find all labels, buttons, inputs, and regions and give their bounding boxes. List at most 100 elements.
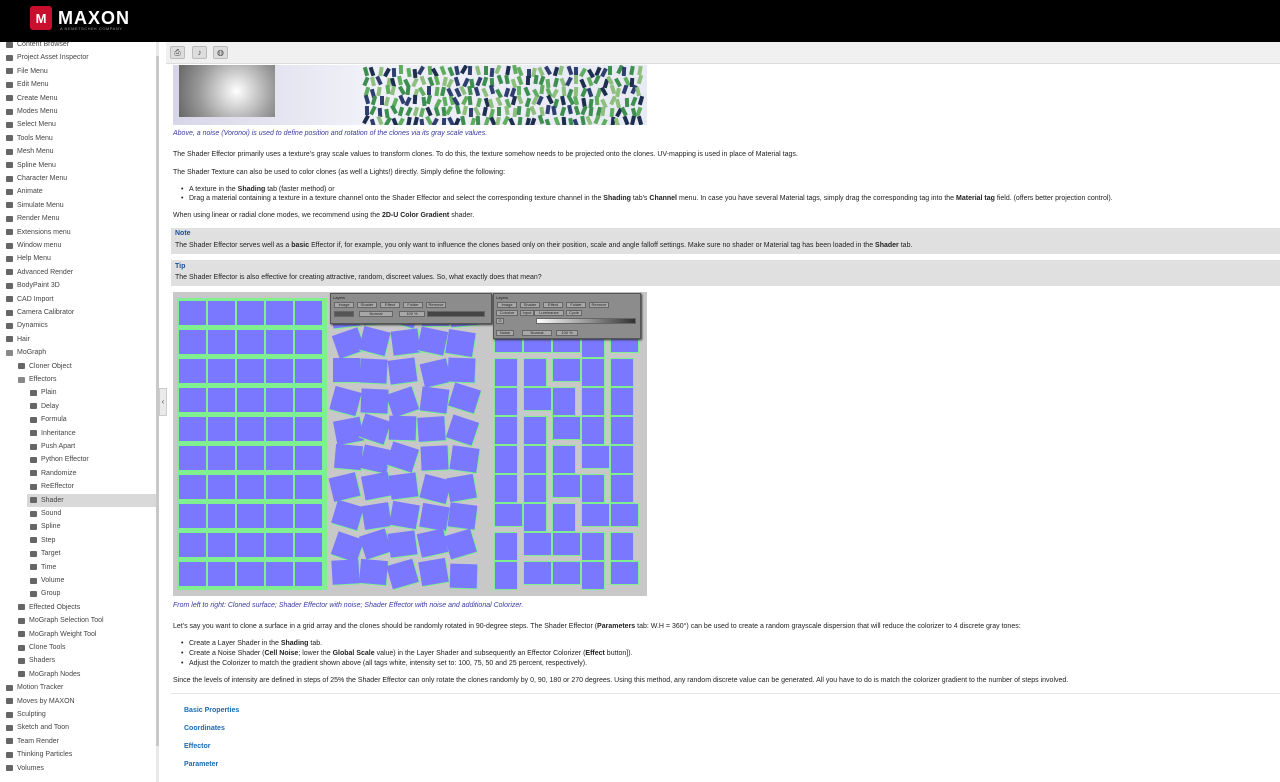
paragraph-intro: The Shader Effector primarily uses a tex… — [173, 151, 798, 158]
layer-button[interactable]: Image — [497, 302, 517, 308]
sidebar-item-simulate-menu[interactable]: Simulate Menu — [0, 199, 158, 212]
sidebar-item-motion-tracker[interactable]: Motion Tracker — [0, 681, 158, 694]
sidebar-item-clone-tools[interactable]: Clone Tools — [0, 641, 158, 654]
gradient-bar[interactable] — [536, 318, 636, 324]
sidebar-item-effected-objects[interactable]: Effected Objects — [0, 601, 158, 614]
sidebar-item-mesh-menu[interactable]: Mesh Menu — [0, 145, 158, 158]
layer-shader-window[interactable]: Layers Image Shader Effect Folder Remove Color… — [493, 293, 641, 339]
opacity-slider[interactable] — [427, 311, 485, 317]
sidebar-item-content-browser[interactable]: Content Browser — [0, 42, 158, 51]
layer-button[interactable]: Effect — [543, 302, 563, 308]
globe-icon[interactable]: ◍ — [213, 46, 228, 59]
sidebar-item-volumes[interactable]: Volumes — [0, 762, 158, 775]
layer-button[interactable]: Shader — [520, 302, 540, 308]
sidebar-item-cad-import[interactable]: CAD Import — [0, 293, 158, 306]
sidebar-item-spline-menu[interactable]: Spline Menu — [0, 159, 158, 172]
sidebar-item-team-render[interactable]: Team Render — [0, 735, 158, 748]
clone-tile — [208, 533, 235, 557]
sidebar-item-project-asset-inspector[interactable]: Project Asset Inspector — [0, 51, 158, 64]
layer-button[interactable]: Folder — [403, 302, 423, 308]
sidebar-item-target[interactable]: Target — [27, 547, 156, 560]
sidebar-item-shaders[interactable]: Shaders — [0, 654, 158, 667]
layer-button[interactable]: Remove — [589, 302, 609, 308]
layer-thumb[interactable] — [334, 311, 354, 317]
sidebar-item-hair[interactable]: Hair — [0, 333, 158, 346]
sidebar-item-tools-menu[interactable]: Tools Menu — [0, 132, 158, 145]
blend-mode-select[interactable]: Normal — [522, 330, 552, 336]
sidebar-item-character-menu[interactable]: Character Menu — [0, 172, 158, 185]
clone-tile — [582, 475, 604, 502]
layer-button[interactable]: Effect — [380, 302, 400, 308]
sidebar-nav: Content Browser Project Asset Inspector Fi… — [0, 42, 158, 782]
sidebar-item-select-menu[interactable]: Select Menu — [0, 118, 158, 131]
sidebar-item-advanced-render[interactable]: Advanced Render — [0, 266, 158, 279]
sidebar-item-reeffector[interactable]: ReEffector — [27, 480, 156, 493]
sidebar-item-render-menu[interactable]: Render Menu — [0, 212, 158, 225]
link-effector[interactable]: Effector — [184, 743, 210, 750]
sidebar-item-delay[interactable]: Delay — [27, 400, 156, 413]
layer-shader-window[interactable]: Layers Image Shader Effect Folder Remove Norma… — [330, 293, 492, 324]
sidebar-item-label: Effected Objects — [29, 603, 81, 611]
gradient-label[interactable]: G — [496, 318, 504, 324]
sidebar-item-extensions-menu[interactable]: Extensions menu — [0, 226, 158, 239]
sidebar-item-randomize[interactable]: Randomize — [27, 467, 156, 480]
sidebar-item-modes-menu[interactable]: Modes Menu — [0, 105, 158, 118]
sidebar-item-formula[interactable]: Formula — [27, 413, 156, 426]
clone-shape — [553, 116, 561, 125]
link-parameter[interactable]: Parameter — [184, 761, 218, 768]
blend-mode-select[interactable]: Normal — [359, 311, 393, 317]
speaker-icon[interactable]: ♪ — [192, 46, 207, 59]
sidebar-item-label: Character Menu — [17, 175, 68, 182]
layer-button[interactable]: Remove — [426, 302, 446, 308]
sidebar-item-mograph-weight-tool[interactable]: MoGraph Weight Tool — [0, 628, 158, 641]
sidebar-item-edit-menu[interactable]: Edit Menu — [0, 78, 158, 91]
input-label[interactable]: Input — [520, 310, 534, 316]
sidebar-item-time[interactable]: Time — [27, 561, 156, 574]
sidebar-item-spline[interactable]: Spline — [27, 520, 156, 533]
sidebar-item-bodypaint-3d[interactable]: BodyPaint 3D — [0, 279, 158, 292]
clone-tile — [208, 330, 235, 354]
sidebar-item-mograph-selection-tool[interactable]: MoGraph Selection Tool — [0, 614, 158, 627]
sidebar-item-moves-by-maxon[interactable]: Moves by MAXON — [0, 695, 158, 708]
sidebar-item-sculpting[interactable]: Sculpting — [0, 708, 158, 721]
sidebar-item-mograph-nodes[interactable]: MoGraph Nodes — [0, 668, 158, 681]
opacity-value[interactable]: 100 % — [399, 311, 425, 317]
colorize-layer[interactable]: Colorize — [496, 310, 518, 316]
clone-tile — [266, 417, 293, 441]
input-select[interactable]: Luminance — [534, 310, 564, 316]
cycle-checkbox[interactable]: Cycle — [566, 310, 582, 316]
link-basic-properties[interactable]: Basic Properties — [184, 707, 239, 714]
sidebar-item-effectors[interactable]: Effectors — [0, 373, 158, 386]
layer-button[interactable]: Folder — [566, 302, 586, 308]
sidebar-item-shader[interactable]: Shader — [27, 493, 156, 507]
clone-tile — [582, 562, 604, 589]
clone-shape — [516, 105, 522, 115]
layer-button[interactable]: Image — [334, 302, 354, 308]
printer-icon[interactable]: ⎙ — [170, 46, 185, 59]
noise-layer[interactable]: Noise — [496, 330, 514, 336]
sidebar-item-animate[interactable]: Animate — [0, 185, 158, 198]
sidebar-item-camera-calibrator[interactable]: Camera Calibrator — [0, 306, 158, 319]
sidebar-item-push-apart[interactable]: Push Apart — [27, 440, 156, 453]
sidebar-item-window-menu[interactable]: Window menu — [0, 239, 158, 252]
sidebar-item-mograph[interactable]: MoGraph — [0, 346, 158, 359]
sidebar-item-python-effector[interactable]: Python Effector — [27, 453, 156, 466]
sidebar-item-group[interactable]: Group — [27, 587, 156, 600]
sidebar-item-cloner-object[interactable]: Cloner Object — [0, 360, 158, 373]
sidebar-item-create-menu[interactable]: Create Menu — [0, 92, 158, 105]
sidebar-item-sketch-and-toon[interactable]: Sketch and Toon — [0, 721, 158, 734]
sidebar-item-file-menu[interactable]: File Menu — [0, 65, 158, 78]
sidebar-item-dynamics[interactable]: Dynamics — [0, 319, 158, 332]
sidebar-item-sound[interactable]: Sound — [27, 507, 156, 520]
sidebar-item-label: Content Browser — [17, 42, 70, 48]
opacity-value[interactable]: 100 % — [556, 330, 578, 336]
sidebar-item-plain[interactable]: Plain — [27, 386, 156, 399]
sidebar-item-inheritance[interactable]: Inheritance — [27, 427, 156, 440]
sidebar-item-volume[interactable]: Volume — [27, 574, 156, 587]
clone-shape — [567, 104, 574, 115]
sidebar-item-step[interactable]: Step — [27, 534, 156, 547]
sidebar-item-thinking-particles[interactable]: Thinking Particles — [0, 748, 158, 761]
sidebar-item-help-menu[interactable]: Help Menu — [0, 252, 158, 265]
layer-button[interactable]: Shader — [357, 302, 377, 308]
link-coordinates[interactable]: Coordinates — [184, 725, 225, 732]
